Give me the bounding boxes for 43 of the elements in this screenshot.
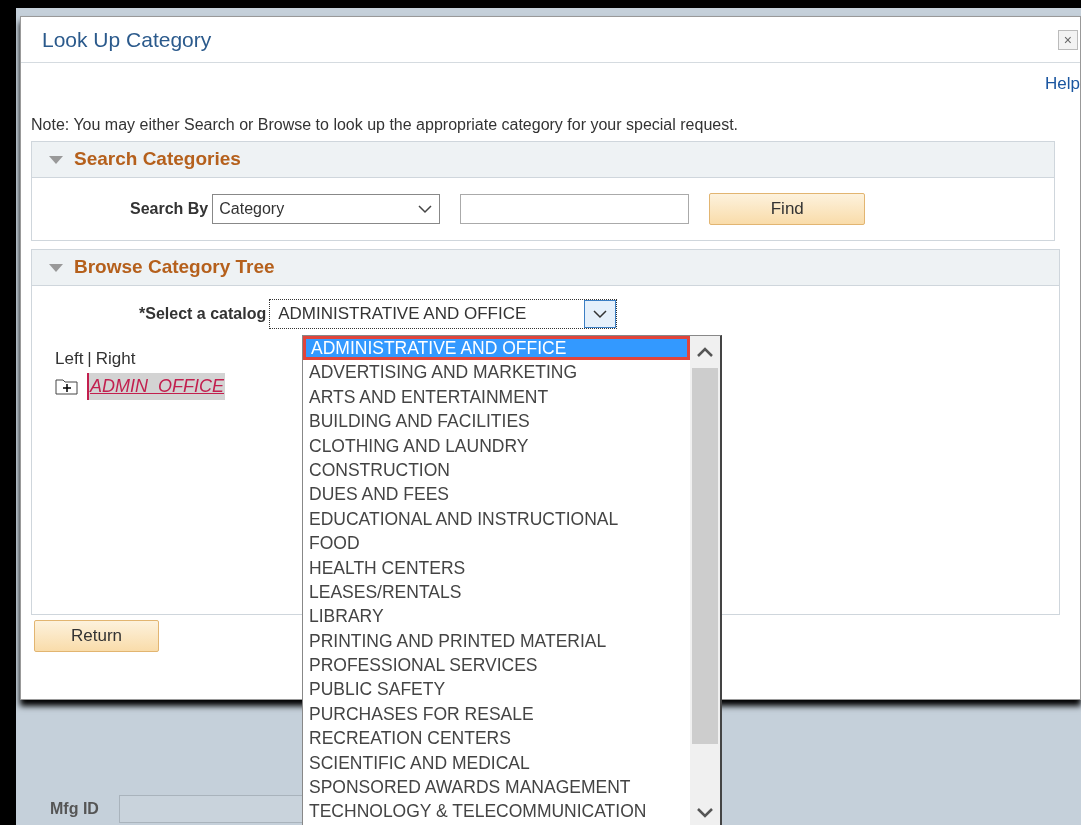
dropdown-option[interactable]: SPONSORED AWARDS MANAGEMENT <box>303 775 690 800</box>
dropdown-option[interactable]: FOOD <box>303 531 690 556</box>
scrollbar[interactable] <box>690 336 720 825</box>
panel-title[interactable]: Search Categories <box>74 145 241 174</box>
chevron-down-icon <box>417 204 434 214</box>
chevron-down-icon <box>592 309 609 319</box>
dropdown-option[interactable]: RECREATION CENTERS <box>303 726 690 751</box>
dropdown-option[interactable]: PUBLIC SAFETY <box>303 677 690 702</box>
dropdown-option[interactable]: CLOTHING AND LAUNDRY <box>303 433 690 458</box>
dropdown-option[interactable]: EDUCATIONAL AND INSTRUCTIONAL <box>303 506 690 532</box>
dropdown-option[interactable]: ADVERTISING AND MARKETING <box>303 360 690 385</box>
field-label: *Select a catalog <box>139 304 267 324</box>
help-link[interactable]: Help <box>1045 71 1080 113</box>
dropdown-option[interactable]: BUILDING AND FACILITIES <box>303 409 690 434</box>
left-link[interactable]: Left <box>55 346 84 372</box>
dropdown-option[interactable]: LEASES/RENTALS <box>303 579 690 605</box>
field-label: Search By <box>130 199 209 219</box>
field-label: Mfg ID <box>50 799 99 819</box>
folder-plus-icon[interactable] <box>55 377 79 395</box>
dropdown-option[interactable]: TECHNOLOGY & TELECOMMUNICATION <box>303 799 690 824</box>
dialog-title: Look Up Category <box>42 26 212 53</box>
dropdown-option[interactable]: SCIENTIFIC AND MEDICAL <box>303 750 690 776</box>
dropdown-option[interactable]: ARTS AND ENTERTAINMENT <box>303 384 690 410</box>
return-button[interactable]: Return <box>34 620 159 652</box>
dropdown-option[interactable]: PURCHASES FOR RESALE <box>303 701 690 727</box>
find-button[interactable]: Find <box>709 193 866 225</box>
dropdown-option[interactable]: PROFESSIONAL SERVICES <box>303 653 690 678</box>
dropdown-option[interactable]: DUES AND FEES <box>303 482 690 507</box>
panel-title[interactable]: Browse Category Tree <box>74 253 275 282</box>
note-text: Note: You may either Search or Browse to look up the appropriate category for your special request. <box>31 115 740 135</box>
dropdown-option[interactable]: HEALTH CENTERS <box>303 555 690 580</box>
tree-node-link[interactable]: ADMIN_OFFICE <box>87 372 225 400</box>
scroll-up-icon[interactable] <box>696 346 714 358</box>
scroll-down-icon[interactable] <box>696 807 714 819</box>
search-by-dropdown[interactable]: Category <box>212 194 441 224</box>
right-link[interactable]: Right <box>95 346 136 372</box>
close-button[interactable]: × <box>1057 29 1078 50</box>
dropdown-option[interactable]: LIBRARY <box>303 604 690 629</box>
separator: | <box>87 348 92 370</box>
dropdown-option[interactable]: PRINTING AND PRINTED MATERIAL <box>303 628 690 654</box>
dropdown-option[interactable]: CONSTRUCTION <box>303 457 690 483</box>
catalog-dropdown[interactable]: ADMINISTRATIVE AND OFFICE <box>269 299 618 329</box>
search-input-field[interactable] <box>460 194 690 224</box>
